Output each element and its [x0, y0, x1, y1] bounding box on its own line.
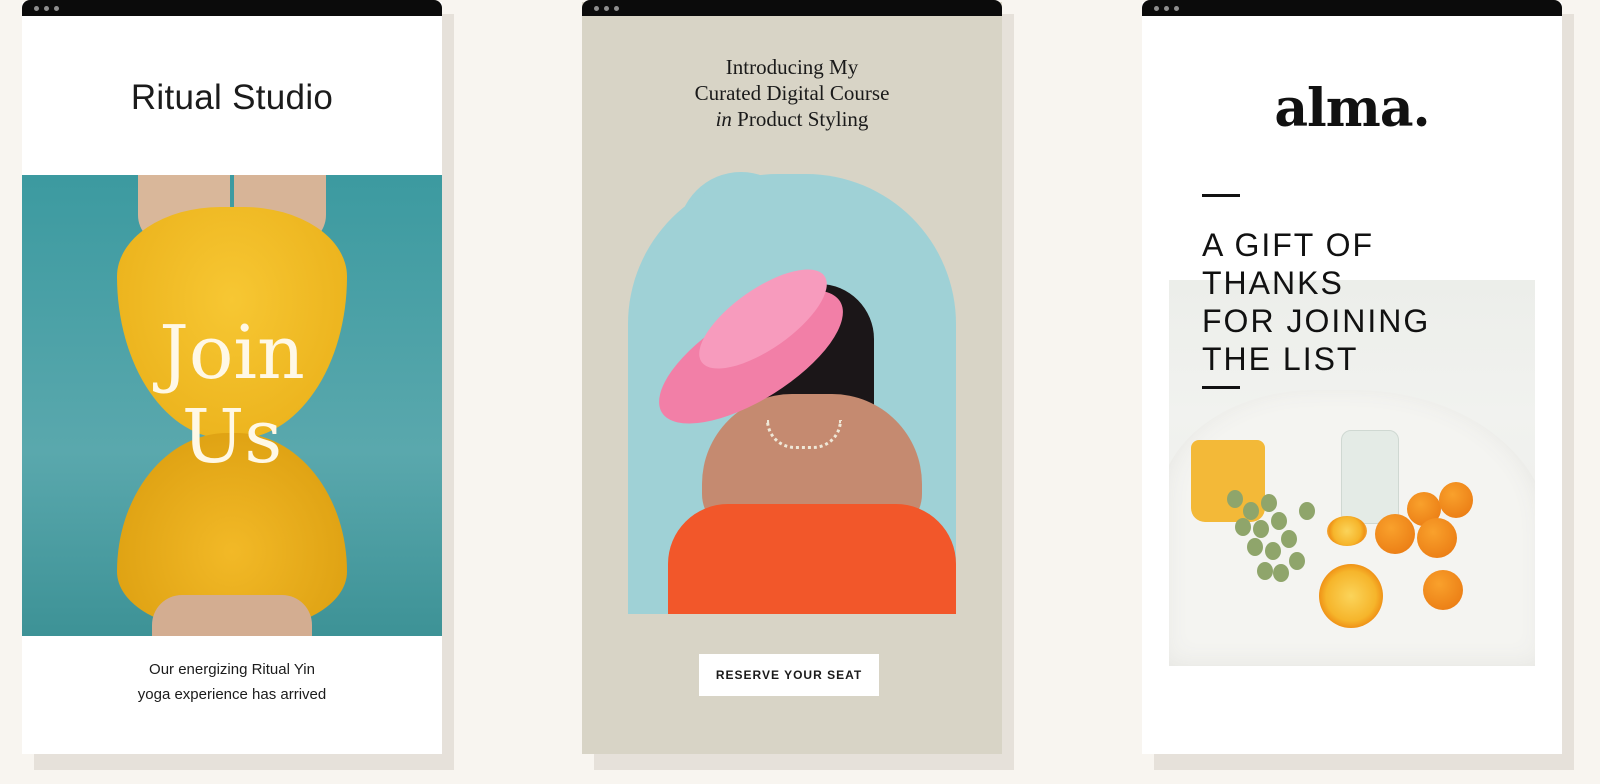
headline-rest: Product Styling [731, 107, 869, 131]
reserve-seat-button[interactable]: RESERVE YOUR SEAT [699, 654, 879, 696]
image-grape [1243, 502, 1259, 520]
image-grape [1273, 564, 1289, 582]
hero-image-arch [628, 174, 956, 614]
window-titlebar [22, 0, 442, 16]
divider-top [1202, 194, 1240, 197]
brand-logo: alma. [1274, 78, 1430, 139]
window-dot-icon[interactable] [1154, 6, 1159, 11]
headline: Introducing My Curated Digital Course in… [582, 54, 1002, 132]
headline-line: THE LIST [1202, 341, 1359, 377]
image-grape [1247, 538, 1263, 556]
subtitle-line: Our energizing Ritual Yin [149, 661, 315, 678]
image-orange [1423, 570, 1463, 610]
headline-line: Curated Digital Course [694, 81, 890, 105]
window-dot-icon[interactable] [1174, 6, 1179, 11]
card-frame: Introducing My Curated Digital Course in… [582, 2, 1002, 754]
image-orange [1439, 482, 1473, 518]
image-orange-slice [1319, 564, 1383, 628]
image-grape [1271, 512, 1287, 530]
hero-text-line: Us [181, 394, 283, 480]
email-card-alma: alma. A GIFT OF THANKS FOR JOINING THE L… [1142, 0, 1574, 770]
image-grape [1235, 518, 1251, 536]
headline: A GIFT OF THANKS FOR JOINING THE LIST [1202, 226, 1532, 378]
image-leg-reflection [152, 595, 312, 636]
brand-title: Ritual Studio [130, 78, 334, 117]
image-grape [1227, 490, 1243, 508]
image-grape [1253, 520, 1269, 538]
window-dot-icon[interactable] [1164, 6, 1169, 11]
subtitle-line: yoga experience has arrived [137, 686, 327, 703]
window-dot-icon[interactable] [54, 6, 59, 11]
image-grape [1289, 552, 1305, 570]
image-vase [1341, 430, 1399, 524]
image-grape [1299, 502, 1315, 520]
hero-text-line: Join [159, 310, 305, 396]
window-titlebar [1142, 0, 1562, 16]
window-titlebar [582, 0, 1002, 16]
headline-line: in Product Styling [582, 106, 1002, 132]
window-dot-icon[interactable] [34, 6, 39, 11]
headline-line: Introducing My [725, 55, 859, 79]
image-grape [1265, 542, 1281, 560]
image-orange [1375, 514, 1415, 554]
image-grape [1281, 530, 1297, 548]
headline-line: FOR JOINING [1202, 303, 1431, 339]
window-dot-icon[interactable] [594, 6, 599, 11]
headline-line: THANKS [1202, 265, 1344, 301]
divider-bottom [1202, 386, 1240, 389]
window-dot-icon[interactable] [44, 6, 49, 11]
hero-image: Join Us [22, 175, 442, 636]
window-dot-icon[interactable] [614, 6, 619, 11]
headline-italic: in [715, 107, 732, 131]
email-card-ritual-studio: Ritual Studio Join Us Our energizing Rit… [22, 0, 454, 770]
hero-text: Join Us [22, 311, 442, 479]
headline-line: A GIFT OF [1202, 227, 1375, 263]
email-card-digital-course: Introducing My Curated Digital Course in… [582, 0, 1014, 770]
image-grape [1261, 494, 1277, 512]
subtitle: Our energizing Ritual Yin yoga experienc… [22, 657, 442, 707]
image-orange-slice [1327, 516, 1367, 546]
image-dress [668, 504, 956, 614]
image-orange [1417, 518, 1457, 558]
card-frame: Ritual Studio Join Us Our energizing Rit… [22, 2, 442, 754]
image-grape [1257, 562, 1273, 580]
card-frame: alma. A GIFT OF THANKS FOR JOINING THE L… [1142, 2, 1562, 754]
window-dot-icon[interactable] [604, 6, 609, 11]
